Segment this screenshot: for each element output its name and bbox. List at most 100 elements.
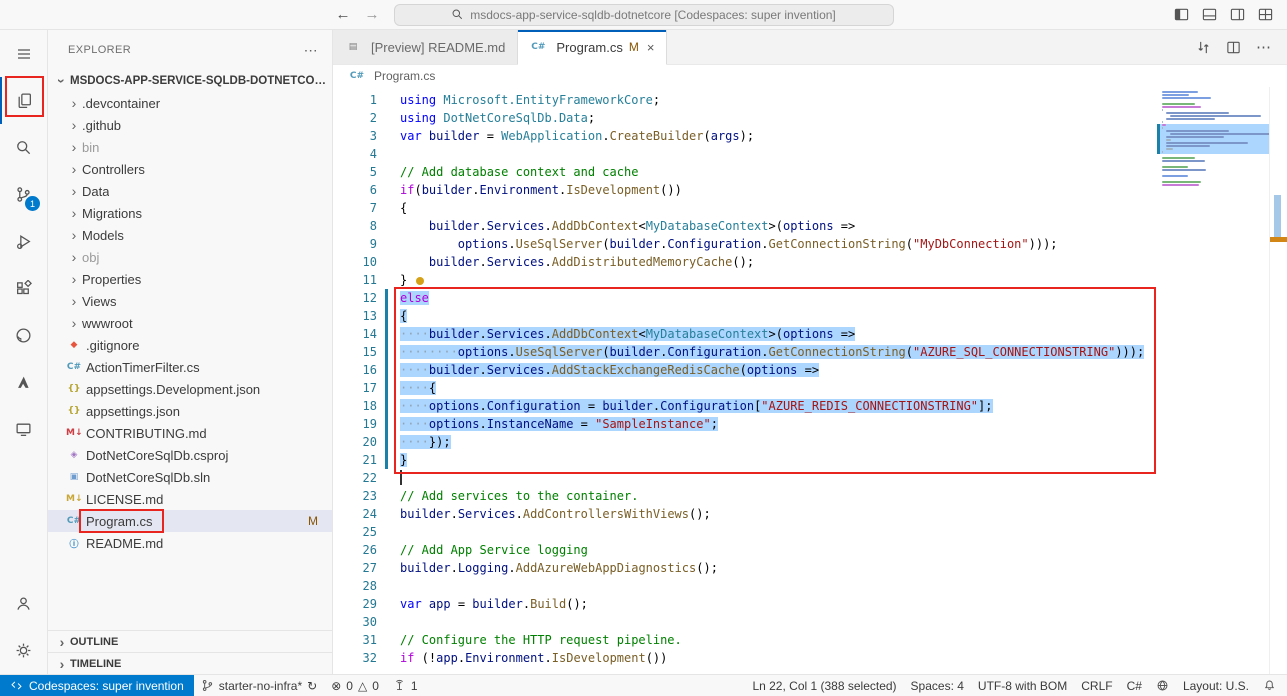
customize-layout-icon[interactable] (1258, 7, 1273, 22)
tree-folder-wwwroot[interactable]: ›wwwroot (48, 312, 332, 334)
tree-file-Program.cs[interactable]: C#Program.csM (48, 510, 332, 532)
tree-file-appsettings.json[interactable]: {}appsettings.json (48, 400, 332, 422)
tree-file-.gitignore[interactable]: ◆.gitignore (48, 334, 332, 356)
run-debug-icon[interactable] (0, 218, 47, 265)
encoding-indicator[interactable]: UTF-8 with BOM (971, 675, 1074, 696)
chevron-right-icon: › (66, 162, 82, 176)
tree-folder-.devcontainer[interactable]: ›.devcontainer (48, 92, 332, 114)
code-line-19[interactable]: 19····options.InstanceName = "SampleInst… (333, 415, 1157, 433)
tree-folder-obj[interactable]: ›obj (48, 246, 332, 268)
tree-folder-.github[interactable]: ›.github (48, 114, 332, 136)
code-line-12[interactable]: 12else (333, 289, 1157, 307)
source-control-icon[interactable]: 1 (0, 171, 47, 218)
command-center-search[interactable]: msdocs-app-service-sqldb-dotnetcore [Cod… (394, 4, 894, 26)
toggle-panel-icon[interactable] (1202, 7, 1217, 22)
editor-action-compare-icon[interactable] (1196, 40, 1211, 55)
problems-indicator[interactable]: ⊗ 0 △ 0 (324, 675, 386, 696)
tab-preview-readme[interactable]: ▤ [Preview] README.md (333, 30, 518, 64)
code-line-32[interactable]: 32if (!app.Environment.IsDevelopment()) (333, 649, 1157, 667)
tree-folder-bin[interactable]: ›bin (48, 136, 332, 158)
tree-folder-Models[interactable]: ›Models (48, 224, 332, 246)
code-line-11[interactable]: 11} (333, 271, 1157, 289)
outline-section[interactable]: › OUTLINE (48, 630, 332, 652)
tree-file-DotNetCoreSqlDb.sln[interactable]: ▣DotNetCoreSqlDb.sln (48, 466, 332, 488)
code-line-3[interactable]: 3var builder = WebApplication.CreateBuil… (333, 127, 1157, 145)
tree-file-CONTRIBUTING.md[interactable]: M↓CONTRIBUTING.md (48, 422, 332, 444)
code-line-25[interactable]: 25 (333, 523, 1157, 541)
code-line-13[interactable]: 13{ (333, 307, 1157, 325)
tree-file-appsettings.Development.json[interactable]: {}appsettings.Development.json (48, 378, 332, 400)
code-line-9[interactable]: 9 options.UseSqlServer(builder.Configura… (333, 235, 1157, 253)
notifications-bell-icon[interactable] (1256, 675, 1283, 696)
code-line-29[interactable]: 29var app = builder.Build(); (333, 595, 1157, 613)
extensions-icon[interactable] (0, 265, 47, 312)
settings-gear-icon[interactable] (0, 627, 47, 674)
code-line-30[interactable]: 30 (333, 613, 1157, 631)
tree-file-ActionTimerFilter.cs[interactable]: C#ActionTimerFilter.cs (48, 356, 332, 378)
keyboard-layout-indicator[interactable]: Layout: U.S. (1176, 675, 1256, 696)
ports-indicator[interactable]: 1 (386, 675, 425, 696)
line-number: 14 (333, 325, 377, 343)
code-line-10[interactable]: 10 builder.Services.AddDistributedMemory… (333, 253, 1157, 271)
code-line-31[interactable]: 31// Configure the HTTP request pipeline… (333, 631, 1157, 649)
tree-folder-Migrations[interactable]: ›Migrations (48, 202, 332, 224)
code-line-21[interactable]: 21} (333, 451, 1157, 469)
code-line-7[interactable]: 7{ (333, 199, 1157, 217)
code-line-2[interactable]: 2using DotNetCoreSqlDb.Data; (333, 109, 1157, 127)
code-line-17[interactable]: 17····{ (333, 379, 1157, 397)
back-arrow-icon[interactable]: ← (336, 6, 351, 23)
github-icon[interactable] (0, 312, 47, 359)
code-line-16[interactable]: 16····builder.Services.AddStackExchangeR… (333, 361, 1157, 379)
code-line-18[interactable]: 18····options.Configuration = builder.Co… (333, 397, 1157, 415)
more-actions-icon[interactable]: ⋯ (304, 42, 318, 59)
code-line-23[interactable]: 23// Add services to the container. (333, 487, 1157, 505)
branch-indicator[interactable]: starter-no-infra* ↻ (194, 675, 324, 696)
editor-action-more-icon[interactable]: ⋯ (1256, 38, 1271, 56)
remote-indicator[interactable]: Codespaces: super invention (0, 675, 194, 696)
tree-file-LICENSE.md[interactable]: M↓LICENSE.md (48, 488, 332, 510)
tree-folder-Properties[interactable]: ›Properties (48, 268, 332, 290)
language-indicator[interactable]: C# (1120, 675, 1149, 696)
accounts-icon[interactable] (0, 580, 47, 627)
code-line-4[interactable]: 4 (333, 145, 1157, 163)
code-line-5[interactable]: 5// Add database context and cache (333, 163, 1157, 181)
tree-folder-Views[interactable]: ›Views (48, 290, 332, 312)
tab-program-cs[interactable]: C# Program.cs M × (518, 30, 667, 65)
code-line-8[interactable]: 8 builder.Services.AddDbContext<MyDataba… (333, 217, 1157, 235)
timeline-section[interactable]: › TIMELINE (48, 652, 332, 674)
code-line-24[interactable]: 24builder.Services.AddControllersWithVie… (333, 505, 1157, 523)
code-line-1[interactable]: 1using Microsoft.EntityFrameworkCore; (333, 91, 1157, 109)
vscode-window: ← → msdocs-app-service-sqldb-dotnetcore … (0, 0, 1287, 696)
tree-folder-Data[interactable]: ›Data (48, 180, 332, 202)
toggle-secondary-sidebar-icon[interactable] (1230, 7, 1245, 22)
minimap[interactable] (1157, 87, 1269, 674)
code-line-20[interactable]: 20····}); (333, 433, 1157, 451)
cursor-position[interactable]: Ln 22, Col 1 (388 selected) (745, 675, 903, 696)
menu-icon[interactable] (0, 30, 47, 77)
code-line-22[interactable]: 22 (333, 469, 1157, 487)
azure-icon[interactable] (0, 359, 47, 406)
code-line-26[interactable]: 26// Add App Service logging (333, 541, 1157, 559)
editor-action-split-icon[interactable] (1226, 40, 1241, 55)
code-line-27[interactable]: 27builder.Logging.AddAzureWebAppDiagnost… (333, 559, 1157, 577)
explorer-root-folder[interactable]: › MSDOCS-APP-SERVICE-SQLDB-DOTNETCOR... (48, 70, 332, 92)
toggle-primary-sidebar-icon[interactable] (1174, 7, 1189, 22)
overview-ruler[interactable] (1269, 87, 1287, 674)
tree-file-DotNetCoreSqlDb.csproj[interactable]: ◈DotNetCoreSqlDb.csproj (48, 444, 332, 466)
indentation-indicator[interactable]: Spaces: 4 (904, 675, 971, 696)
tree-folder-Controllers[interactable]: ›Controllers (48, 158, 332, 180)
forward-arrow-icon[interactable]: → (365, 6, 380, 23)
remote-explorer-icon[interactable] (0, 406, 47, 453)
sync-icon[interactable]: ↻ (307, 679, 317, 693)
globe-icon[interactable] (1149, 675, 1176, 696)
code-line-15[interactable]: 15········options.UseSqlServer(builder.C… (333, 343, 1157, 361)
tree-file-README.md[interactable]: ⓘREADME.md (48, 532, 332, 554)
eol-indicator[interactable]: CRLF (1074, 675, 1119, 696)
search-icon[interactable] (0, 124, 47, 171)
explorer-icon[interactable] (0, 77, 47, 124)
close-icon[interactable]: × (647, 40, 655, 55)
code-line-28[interactable]: 28 (333, 577, 1157, 595)
code-line-6[interactable]: 6if(builder.Environment.IsDevelopment()) (333, 181, 1157, 199)
code-line-14[interactable]: 14····builder.Services.AddDbContext<MyDa… (333, 325, 1157, 343)
breadcrumb[interactable]: C# Program.cs (333, 65, 1287, 87)
